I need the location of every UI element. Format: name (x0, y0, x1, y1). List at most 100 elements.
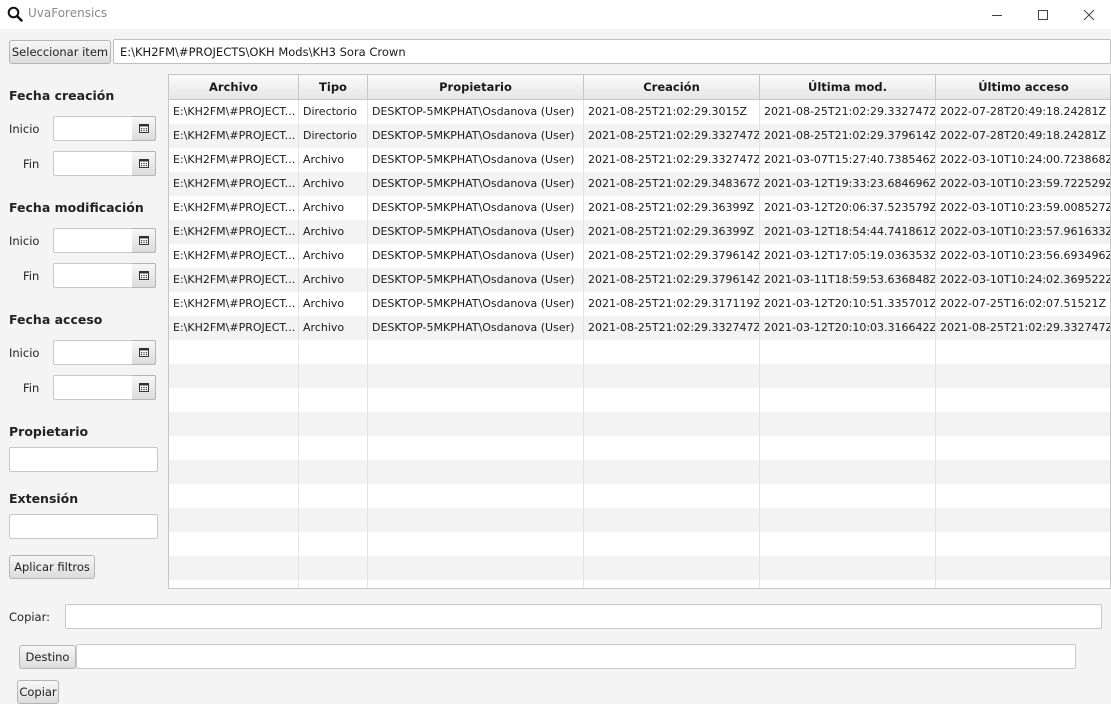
owner-title: Propietario (9, 424, 89, 439)
extension-input[interactable] (9, 514, 158, 539)
empty-row (169, 388, 1110, 412)
table-cell (936, 532, 1110, 556)
empty-row (169, 412, 1110, 436)
table-cell: 2021-08-25T21:02:29.36399Z (584, 196, 760, 220)
table-cell: 2021-03-12T20:10:03.316642Z (760, 316, 936, 340)
table-row[interactable]: E:\KH2FM\#PROJECT... Archivo DESKTOP-5MKPH… (169, 244, 1110, 268)
table-cell: 2022-03-10T10:23:59.722529Z (936, 172, 1110, 196)
table-cell: DESKTOP-5MKPHAT\Osdanova (User) (368, 220, 584, 244)
table-cell: 2021-08-25T21:02:29.332747Z (584, 148, 760, 172)
table-cell (584, 484, 760, 508)
column-header[interactable]: Última mod. (760, 75, 936, 99)
table-cell (760, 580, 936, 588)
table-row[interactable]: E:\KH2FM\#PROJECT... Directorio DESKTOP-5M… (169, 124, 1110, 148)
access-date-title: Fecha acceso (9, 312, 103, 327)
table-cell: E:\KH2FM\#PROJECT... (169, 196, 299, 220)
table-cell (936, 436, 1110, 460)
table-cell: 2021-08-25T21:02:29.36399Z (584, 220, 760, 244)
table-row[interactable]: E:\KH2FM\#PROJECT... Archivo DESKTOP-5MKPH… (169, 196, 1110, 220)
table-cell: 2021-08-25T21:02:29.348367Z (584, 172, 760, 196)
table-cell (368, 532, 584, 556)
table-cell: 2021-03-12T20:10:51.335701Z (760, 292, 936, 316)
access-end-input[interactable] (53, 375, 134, 400)
table-cell: Directorio (299, 124, 368, 148)
table-cell: 2021-03-12T20:06:37.523579Z (760, 196, 936, 220)
column-header[interactable]: Creación (584, 75, 760, 99)
maximize-button[interactable] (1020, 0, 1066, 29)
table-cell (760, 412, 936, 436)
copy-button[interactable]: Copiar (17, 680, 59, 704)
table-cell: E:\KH2FM\#PROJECT... (169, 220, 299, 244)
access-start-label: Inicio (9, 346, 40, 360)
table-row[interactable]: E:\KH2FM\#PROJECT... Archivo DESKTOP-5MKPH… (169, 316, 1110, 340)
access-start-input[interactable] (53, 340, 134, 365)
copy-label: Copiar: (9, 610, 51, 624)
table-row[interactable]: E:\KH2FM\#PROJECT... Archivo DESKTOP-5MKPH… (169, 220, 1110, 244)
modification-end-input[interactable] (53, 263, 134, 288)
table-cell (169, 508, 299, 532)
creation-end-input[interactable] (53, 151, 134, 176)
destination-button[interactable]: Destino (19, 645, 76, 669)
table-row[interactable]: E:\KH2FM\#PROJECT... Archivo DESKTOP-5MKPH… (169, 268, 1110, 292)
modification-end-calendar-button[interactable] (132, 263, 156, 288)
destination-input[interactable] (76, 644, 1076, 669)
access-start-calendar-button[interactable] (132, 340, 156, 365)
table-row[interactable]: E:\KH2FM\#PROJECT... Archivo DESKTOP-5MKPH… (169, 292, 1110, 316)
empty-row (169, 532, 1110, 556)
table-cell (299, 532, 368, 556)
close-button[interactable] (1066, 0, 1111, 29)
creation-end-calendar-button[interactable] (132, 151, 156, 176)
close-icon (1083, 9, 1095, 20)
table-cell: 2022-03-10T10:23:56.693496Z (936, 244, 1110, 268)
table-cell (368, 556, 584, 580)
select-item-button[interactable]: Seleccionar item (9, 40, 111, 64)
table-cell: DESKTOP-5MKPHAT\Osdanova (User) (368, 172, 584, 196)
table-row[interactable]: E:\KH2FM\#PROJECT... Directorio DESKTOP-5M… (169, 100, 1110, 124)
table-cell (368, 364, 584, 388)
table-cell: 2021-08-25T21:02:29.332747Z (584, 316, 760, 340)
table-cell: 2021-03-11T18:59:53.636848Z (760, 268, 936, 292)
table-row[interactable]: E:\KH2FM\#PROJECT... Archivo DESKTOP-5MKPH… (169, 148, 1110, 172)
table-row[interactable]: E:\KH2FM\#PROJECT... Archivo DESKTOP-5MKPH… (169, 172, 1110, 196)
extension-title: Extensión (9, 491, 79, 506)
minimize-button[interactable] (974, 0, 1020, 29)
creation-start-calendar-button[interactable] (132, 116, 156, 141)
table-cell (169, 412, 299, 436)
column-header[interactable]: Propietario (368, 75, 584, 99)
calendar-icon (138, 124, 149, 133)
column-header[interactable]: Archivo (169, 75, 299, 99)
table-cell (936, 460, 1110, 484)
table-cell: 2022-07-28T20:49:18.24281Z (936, 124, 1110, 148)
table-cell (368, 436, 584, 460)
table-cell: Archivo (299, 268, 368, 292)
table-cell: 2021-08-25T21:02:29.379614Z (584, 244, 760, 268)
table-cell (169, 364, 299, 388)
table-cell: DESKTOP-5MKPHAT\Osdanova (User) (368, 292, 584, 316)
owner-input[interactable] (9, 447, 158, 472)
results-table[interactable]: Archivo Tipo Propietario Creación Última mod… (168, 74, 1111, 589)
table-cell: DESKTOP-5MKPHAT\Osdanova (User) (368, 100, 584, 124)
calendar-icon (138, 236, 149, 245)
modification-start-input[interactable] (53, 228, 134, 253)
table-cell: 2022-03-10T10:23:59.008527Z (936, 196, 1110, 220)
table-cell (584, 532, 760, 556)
access-end-calendar-button[interactable] (132, 375, 156, 400)
empty-row (169, 484, 1110, 508)
table-cell (584, 364, 760, 388)
column-header[interactable]: Último acceso (936, 75, 1110, 99)
copy-input[interactable] (65, 604, 1102, 629)
modification-start-calendar-button[interactable] (132, 228, 156, 253)
creation-start-input[interactable] (53, 116, 134, 141)
table-cell (936, 556, 1110, 580)
table-cell: Archivo (299, 220, 368, 244)
column-header[interactable]: Tipo (299, 75, 368, 99)
path-field[interactable]: E:\KH2FM\#PROJECTS\OKH Mods\KH3 Sora Cro… (113, 39, 1111, 64)
apply-filters-button[interactable]: Aplicar filtros (9, 555, 95, 579)
table-cell (760, 364, 936, 388)
empty-row (169, 580, 1110, 588)
calendar-icon (138, 348, 149, 357)
table-cell (584, 388, 760, 412)
table-cell: DESKTOP-5MKPHAT\Osdanova (User) (368, 148, 584, 172)
empty-row (169, 340, 1110, 364)
table-cell (299, 364, 368, 388)
